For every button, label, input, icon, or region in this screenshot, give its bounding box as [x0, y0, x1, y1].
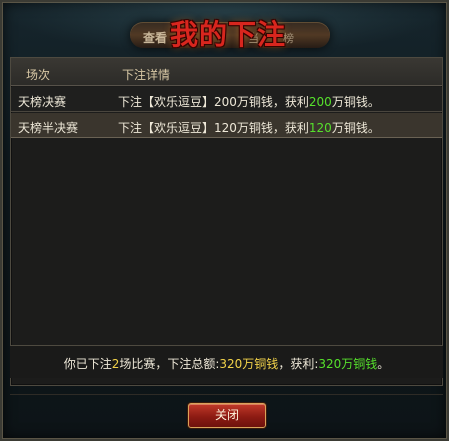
row-profit: 200 — [308, 95, 332, 109]
divider — [10, 394, 443, 395]
row-detail-prefix: 下注【欢乐逗豆】120万铜钱，获利 — [118, 121, 309, 135]
summary-text: ，获利: — [278, 357, 319, 371]
summary-text: 场比赛，下注总额: — [119, 357, 220, 371]
row-detail-prefix: 下注【欢乐逗豆】200万铜钱，获利 — [118, 95, 309, 109]
close-button[interactable]: 关闭 — [188, 403, 266, 428]
bet-table: 场次 下注详情 天榜决赛 下注【欢乐逗豆】200万铜钱，获利200万铜钱。 天榜… — [10, 57, 443, 386]
row-detail-suffix: 万铜钱。 — [331, 95, 380, 109]
summary-text: 你已下注 — [63, 357, 112, 371]
row-detail: 下注【欢乐逗豆】120万铜钱，获利120万铜钱。 — [118, 119, 380, 136]
summary-text: 。 — [377, 357, 390, 371]
summary-profit: 320万铜钱 — [318, 357, 378, 371]
page-title: 我的下注 — [169, 18, 286, 51]
row-detail: 下注【欢乐逗豆】200万铜钱，获利200万铜钱。 — [118, 93, 380, 110]
row-match: 天榜决赛 — [18, 95, 67, 109]
row-profit: 120 — [308, 121, 332, 135]
summary-bar: 你已下注2场比赛，下注总额:320万铜钱，获利:320万铜钱。 — [10, 345, 443, 378]
table-row[interactable]: 天榜决赛 下注【欢乐逗豆】200万铜钱，获利200万铜钱。 — [11, 87, 442, 112]
summary-total: 320万铜钱 — [219, 357, 279, 371]
row-match: 天榜半决赛 — [18, 121, 79, 135]
row-detail-suffix: 万铜钱。 — [331, 121, 380, 135]
column-header-detail: 下注详情 — [122, 68, 171, 82]
table-header: 场次 下注详情 — [11, 58, 442, 86]
column-header-match: 场次 — [26, 68, 51, 82]
bet-dialog: 查看 当 榜 我的下注 场次 下注详情 天榜决赛 下注【欢乐逗豆】200万铜钱，… — [0, 0, 449, 441]
table-row[interactable]: 天榜半决赛 下注【欢乐逗豆】120万铜钱，获利120万铜钱。 — [11, 113, 442, 138]
bet-summary: 你已下注2场比赛，下注总额:320万铜钱，获利:320万铜钱。 — [10, 355, 443, 372]
banner-left-text: 查看 — [143, 31, 168, 45]
